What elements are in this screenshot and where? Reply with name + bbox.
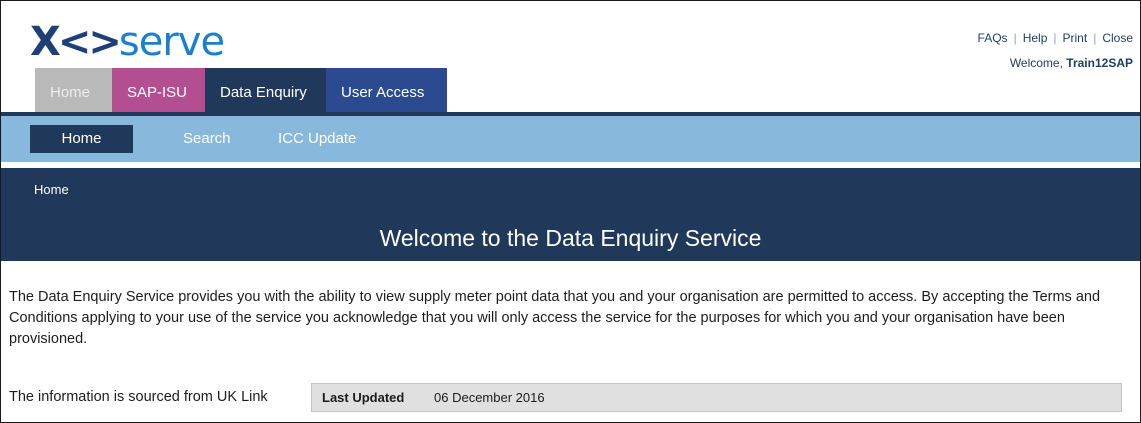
tab-home[interactable]: Home [35,68,112,112]
divider: | [1053,31,1057,45]
main-tabs: Home SAP-ISU Data Enquiry User Access [35,68,447,112]
breadcrumb[interactable]: Home [34,182,69,197]
page-title: Welcome to the Data Enquiry Service [379,225,762,251]
logo-mark: X<> [30,19,122,65]
source-text: The information is sourced from UK Link [9,389,268,405]
page-banner: Home Welcome to the Data Enquiry Service [1,168,1140,261]
last-updated-value: 06 December 2016 [434,390,545,405]
tab-data-enquiry[interactable]: Data Enquiry [205,68,326,112]
sub-navigation: Home Search ICC Update [1,116,1140,162]
subnav-home[interactable]: Home [30,125,133,153]
close-link[interactable]: Close [1102,31,1133,45]
subnav-search[interactable]: Search [183,125,231,153]
subnav-icc-update[interactable]: ICC Update [278,125,356,153]
print-link[interactable]: Print [1063,31,1088,45]
last-updated-box: Last Updated 06 December 2016 [311,383,1122,412]
divider: | [1093,31,1097,45]
help-link[interactable]: Help [1023,31,1048,45]
welcome-message: Welcome, Train12SAP [1010,56,1133,70]
username: Train12SAP [1066,56,1133,70]
utility-links: FAQs | Help | Print | Close [978,31,1133,45]
last-updated-label: Last Updated [322,390,405,405]
intro-text: The Data Enquiry Service provides you wi… [9,289,1101,347]
welcome-prefix: Welcome, [1009,56,1063,70]
logo-text: serve [118,19,225,65]
tab-sap-isu[interactable]: SAP-ISU [112,68,205,112]
xoserve-logo: X<>serve [30,19,225,65]
divider: | [1013,31,1017,45]
faqs-link[interactable]: FAQs [978,31,1008,45]
tab-user-access[interactable]: User Access [326,68,447,112]
